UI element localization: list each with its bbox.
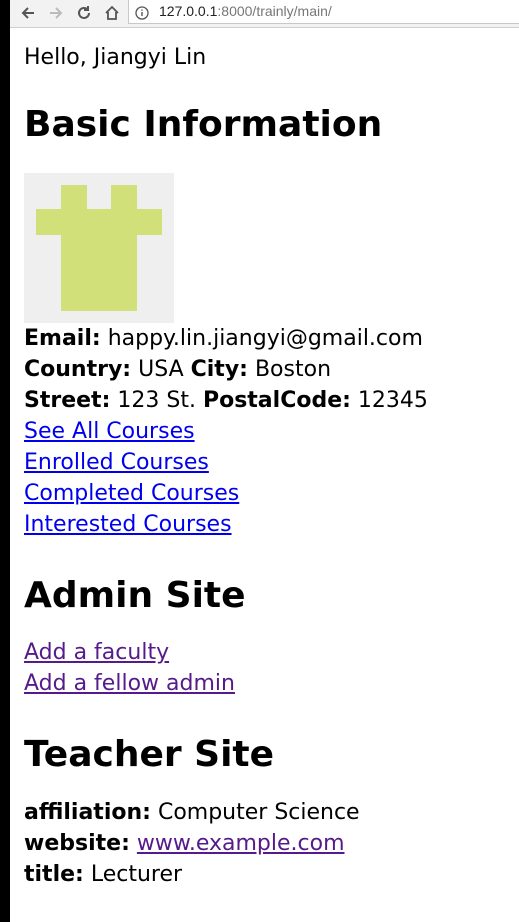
basic-info-heading: Basic Information: [24, 104, 383, 145]
completed-courses-link[interactable]: Completed Courses: [24, 478, 514, 509]
affiliation-row: affiliation: Computer Science: [24, 797, 514, 828]
affiliation-label: affiliation:: [24, 799, 151, 825]
interested-courses-link[interactable]: Interested Courses: [24, 509, 514, 540]
location-row: Country: USA City: Boston: [24, 354, 514, 385]
city-value: Boston: [254, 357, 332, 383]
email-label: Email:: [24, 326, 101, 352]
window-edge: [0, 0, 10, 922]
website-label: website:: [24, 830, 130, 856]
enrolled-courses-link[interactable]: Enrolled Courses: [24, 447, 514, 478]
street-value: 123 St.: [117, 388, 196, 414]
home-button[interactable]: [102, 3, 122, 23]
country-label: Country:: [24, 357, 132, 383]
info-icon[interactable]: [135, 4, 149, 26]
main-content: Hello, Jiangyi Lin Basic Information Ema…: [24, 40, 514, 890]
street-label: Street:: [24, 388, 111, 414]
url-text: 127.0.0.1:8000/trainly/main/: [159, 0, 332, 22]
title-label: title:: [24, 861, 84, 887]
address-row: Street: 123 St. PostalCode: 12345: [24, 385, 514, 416]
email-row: Email: happy.lin.jiangyi@gmail.com: [24, 323, 514, 354]
reload-icon: [78, 6, 90, 19]
website-link[interactable]: www.example.com: [137, 831, 345, 856]
browser-toolbar: 127.0.0.1:8000/trainly/main/: [10, 0, 519, 28]
teacher-site-heading: Teacher Site: [24, 734, 275, 776]
email-value: happy.lin.jiangyi@gmail.com: [107, 326, 423, 352]
city-label: City:: [190, 357, 248, 383]
admin-site-heading: Admin Site: [24, 575, 246, 617]
website-row: website: www.example.com: [24, 828, 514, 859]
affiliation-value: Computer Science: [157, 799, 360, 825]
add-admin-link[interactable]: Add a fellow admin: [24, 668, 514, 699]
country-value: USA: [138, 357, 184, 383]
see-all-courses-link[interactable]: See All Courses: [24, 416, 514, 447]
address-bar[interactable]: 127.0.0.1:8000/trainly/main/: [128, 0, 519, 24]
postal-label: PostalCode:: [202, 388, 351, 414]
back-button[interactable]: [18, 3, 38, 23]
avatar: [24, 173, 174, 324]
back-arrow-icon: [21, 7, 34, 19]
forward-arrow-icon: [50, 7, 63, 19]
postal-value: 12345: [357, 388, 428, 414]
url-host: 127.0.0.1: [159, 3, 218, 19]
reload-button[interactable]: [74, 3, 94, 23]
url-path: :8000/trainly/main/: [217, 3, 332, 19]
add-faculty-link[interactable]: Add a faculty: [24, 637, 514, 668]
home-icon: [105, 5, 119, 20]
greeting: Hello, Jiangyi Lin: [24, 45, 207, 70]
title-value: Lecturer: [90, 861, 183, 887]
title-row: title: Lecturer: [24, 859, 514, 890]
forward-button[interactable]: [46, 3, 66, 23]
